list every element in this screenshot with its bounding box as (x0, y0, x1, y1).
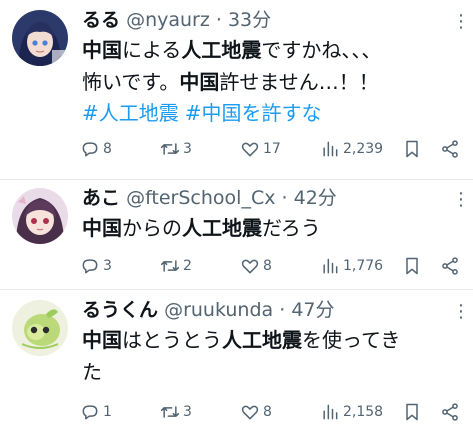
retweet-count: 3 (183, 404, 192, 420)
tweet-text: 中国はとうとう人工地震を使ってき た (82, 324, 463, 388)
reply-icon (82, 405, 98, 420)
tweet-header: あこ @fterSchool_Cx · 42分 (82, 186, 463, 210)
text-span: 怖いです。 (82, 70, 180, 94)
like-button[interactable]: 8 (240, 256, 272, 276)
action-bar: 3 2 8 1,776 (80, 254, 465, 278)
text-span: による (122, 38, 182, 62)
bookmark-icon (406, 140, 418, 158)
heart-icon (241, 259, 259, 274)
text-span: 許せません…！！ (219, 70, 379, 94)
reply-button[interactable]: 3 (80, 256, 112, 276)
view-count: 1,776 (343, 258, 384, 274)
retweet-button[interactable]: 3 (160, 402, 192, 422)
retweet-button[interactable]: 3 (160, 139, 192, 159)
display-name[interactable]: あこ (82, 187, 120, 209)
tweet-header: るうくん @ruukunda · 47分 (82, 298, 463, 322)
hashtag-list: #人工地震 #中国を許すな (82, 98, 463, 128)
user-handle[interactable]: @ruukunda (164, 299, 273, 321)
heart-icon (241, 405, 259, 420)
like-button[interactable]: 8 (240, 402, 272, 422)
bookmark-button[interactable] (402, 402, 422, 422)
text-span: 中国 (82, 38, 122, 62)
view-count: 2,158 (343, 404, 384, 420)
hashtag-link[interactable]: #人工地震 (82, 101, 179, 125)
share-button[interactable] (440, 139, 460, 159)
avatar[interactable] (12, 10, 68, 66)
more-options-icon[interactable]: ⋮ (452, 190, 470, 210)
text-span: 中国 (82, 216, 122, 240)
text-span: た (82, 360, 102, 384)
reply-icon (82, 259, 98, 274)
more-options-icon[interactable]: ⋮ (452, 12, 470, 32)
timestamp[interactable]: 42分 (294, 187, 337, 209)
text-span: だろう (262, 216, 321, 240)
reply-count: 1 (103, 404, 112, 420)
text-span: ですかね、、、 (261, 38, 382, 62)
reply-count: 3 (103, 258, 112, 274)
view-count: 2,239 (343, 141, 384, 157)
heart-icon (241, 142, 259, 157)
bookmark-icon (406, 257, 418, 275)
tweet[interactable]: るうくん @ruukunda · 47分 中国はとうとう人工地震を使ってき た … (0, 290, 473, 431)
timeline-feed: るる @nyaurz · 33分 中国による人工地震ですかね、、、 怖いです。中… (0, 0, 473, 431)
hashtag-link[interactable]: #中国を許すな (185, 101, 322, 125)
views-icon (323, 258, 338, 274)
display-name[interactable]: るうくん (82, 299, 158, 321)
retweet-icon (160, 143, 180, 155)
views-button[interactable]: 2,158 (320, 402, 383, 422)
text-span: 人工地震 (222, 328, 302, 352)
avatar[interactable] (12, 300, 68, 356)
reply-count: 8 (103, 141, 112, 157)
share-icon (442, 140, 458, 158)
text-span: 人工地震 (182, 216, 262, 240)
retweet-button[interactable]: 2 (160, 256, 192, 276)
text-span: はとうとう (122, 328, 222, 352)
reply-button[interactable]: 8 (80, 139, 112, 159)
share-icon (442, 257, 458, 275)
tweet-header: るる @nyaurz · 33分 (82, 8, 463, 32)
tweet-text: 中国による人工地震ですかね、、、 怖いです。中国許せません…！！ (82, 34, 463, 98)
reply-icon (82, 142, 98, 157)
like-button[interactable]: 17 (240, 139, 281, 159)
share-button[interactable] (440, 256, 460, 276)
separator-dot: · (281, 187, 288, 209)
separator-dot: · (279, 299, 286, 321)
display-name[interactable]: るる (82, 9, 120, 31)
reply-button[interactable]: 1 (80, 402, 112, 422)
share-button[interactable] (440, 402, 460, 422)
retweet-icon (160, 406, 180, 418)
share-icon (442, 403, 458, 421)
action-bar: 8 3 17 2,239 (80, 137, 465, 161)
timestamp[interactable]: 33分 (228, 9, 271, 31)
separator-dot: · (215, 9, 222, 31)
timestamp[interactable]: 47分 (291, 299, 334, 321)
tweet[interactable]: あこ @fterSchool_Cx · 42分 中国からの人工地震だろう ⋮ 3… (0, 180, 473, 290)
text-span: 中国 (179, 70, 220, 94)
like-count: 8 (263, 404, 272, 420)
bookmark-button[interactable] (402, 139, 422, 159)
like-count: 8 (263, 258, 272, 274)
action-bar: 1 3 8 2,158 (80, 400, 465, 424)
views-icon (323, 404, 338, 420)
text-span: 中国 (82, 328, 122, 352)
views-button[interactable]: 2,239 (320, 139, 383, 159)
views-button[interactable]: 1,776 (320, 256, 383, 276)
bookmark-button[interactable] (402, 256, 422, 276)
retweet-count: 3 (183, 141, 192, 157)
more-options-icon[interactable]: ⋮ (452, 302, 470, 322)
text-span: からの (122, 216, 182, 240)
user-handle[interactable]: @fterSchool_Cx (126, 187, 275, 209)
avatar[interactable] (12, 188, 68, 244)
like-count: 17 (263, 141, 281, 157)
bookmark-icon (406, 403, 418, 421)
text-span: を使ってき (302, 328, 401, 352)
tweet-text: 中国からの人工地震だろう (82, 212, 463, 244)
user-handle[interactable]: @nyaurz (126, 9, 210, 31)
text-span: 人工地震 (181, 38, 262, 62)
retweet-count: 2 (183, 258, 192, 274)
views-icon (323, 141, 338, 157)
retweet-icon (160, 260, 180, 272)
tweet[interactable]: るる @nyaurz · 33分 中国による人工地震ですかね、、、 怖いです。中… (0, 0, 473, 180)
